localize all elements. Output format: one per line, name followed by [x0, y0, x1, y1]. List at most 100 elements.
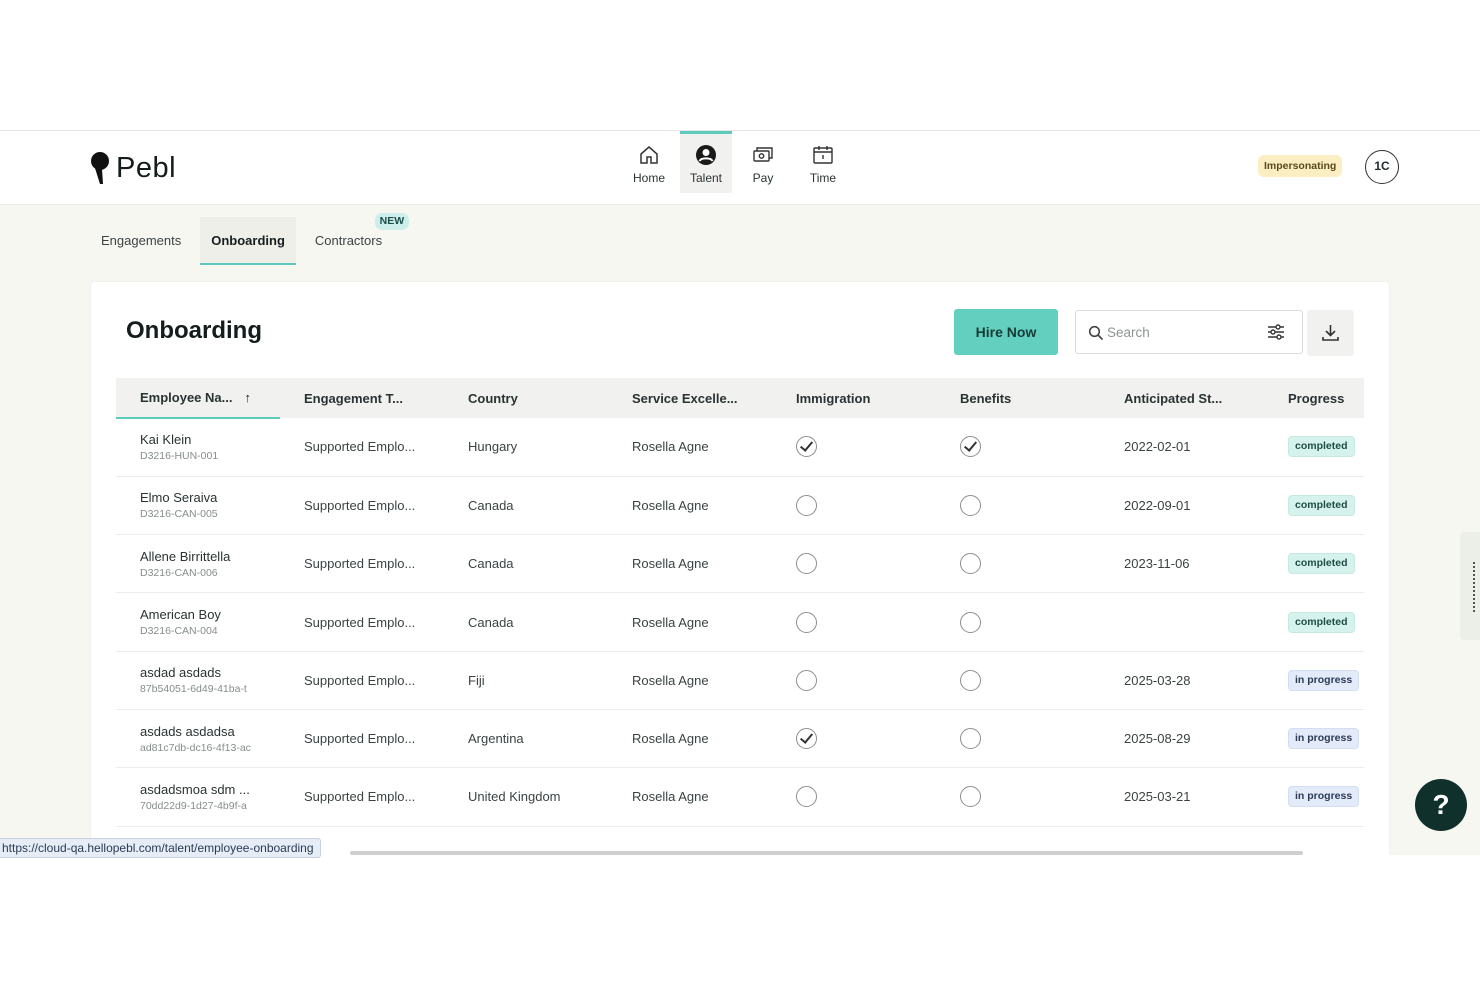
country: Canada [468, 614, 514, 630]
tab-onboarding[interactable]: Onboarding [200, 217, 296, 265]
table-cell: Canada [444, 534, 608, 594]
table-row[interactable]: asdadsmoa sdm ... 70dd22d9-1d27-4b9f-a Sup… [116, 767, 1364, 827]
table-cell: asdads asdadsa ad81c7db-dc16-4f13-ac [116, 709, 280, 769]
search-input[interactable] [1107, 321, 1257, 343]
table-cell: completed [1264, 534, 1364, 594]
column-header[interactable]: Benefits [936, 378, 1100, 418]
pebl-logo-mark-icon [91, 152, 109, 184]
column-header[interactable]: Engagement T... [280, 378, 444, 418]
tab-label: Engagements [101, 233, 182, 248]
tab-contractors[interactable]: Contractors NEW [304, 213, 410, 265]
table-row[interactable]: American Boy D3216-CAN-004 Supported Emplo… [116, 592, 1364, 652]
search-icon [1088, 325, 1104, 341]
nav-talent[interactable]: Talent [680, 131, 732, 193]
column-header[interactable]: Country [444, 378, 608, 418]
country: Hungary [468, 439, 518, 455]
table-cell: Rosella Agne [608, 709, 772, 769]
table-cell: American Boy D3216-CAN-004 [116, 592, 280, 652]
table-cell: 2025-03-28 [1100, 651, 1264, 710]
nav-home[interactable]: Home [620, 131, 678, 193]
table-row[interactable]: Kai Klein D3216-HUN-001 Supported Emplo...… [116, 418, 1364, 477]
download-button[interactable] [1307, 310, 1354, 356]
progress-badge: in progress [1288, 786, 1360, 808]
table-cell: Supported Emplo... [280, 418, 444, 477]
engagement-type: Supported Emplo... [304, 731, 416, 747]
benefits-check-icon [960, 553, 981, 575]
table-cell [1100, 592, 1264, 652]
anticipated-start: 2025-03-28 [1124, 672, 1191, 688]
employee-name[interactable]: Allene Birrittella [140, 549, 280, 564]
table-cell: United Kingdom [444, 767, 608, 827]
filter-sliders-icon[interactable] [1266, 322, 1286, 342]
table-cell [936, 418, 1100, 477]
table-cell [772, 476, 936, 536]
subtabs: Engagements Onboarding Contractors NEW [90, 213, 410, 267]
nav-pay[interactable]: Pay [734, 131, 792, 193]
main-nav: Home Talent Pay Time [620, 131, 854, 193]
talent-icon [696, 145, 716, 165]
table-cell: Argentina [444, 709, 608, 769]
employee-id: D3216-CAN-006 [140, 566, 218, 579]
table-cell [936, 534, 1100, 594]
table-cell: in progress [1264, 709, 1364, 769]
benefits-check-icon [960, 611, 981, 633]
employee-id: 70dd22d9-1d27-4b9f-a [140, 799, 247, 812]
nav-label: Talent [689, 171, 723, 185]
table-cell: Supported Emplo... [280, 709, 444, 769]
pebl-logo[interactable]: Pebl [90, 151, 176, 185]
table-cell: 2022-09-01 [1100, 476, 1264, 536]
engagement-type: Supported Emplo... [304, 672, 416, 688]
user-avatar[interactable]: 1C [1365, 150, 1399, 184]
column-header[interactable]: Anticipated St... [1100, 378, 1264, 418]
page-title: Onboarding [126, 317, 262, 344]
benefits-check-icon [960, 728, 981, 750]
table-cell: Allene Birrittella D3216-CAN-006 [116, 534, 280, 594]
table-row[interactable]: asdad asdads 87b54051-6d49-41ba-t Supporte… [116, 651, 1364, 710]
employee-name[interactable]: asdadsmoa sdm ... [140, 782, 280, 797]
column-header[interactable]: Service Excelle... [608, 378, 772, 418]
time-icon [813, 146, 833, 164]
help-button[interactable]: ? [1415, 779, 1467, 831]
employee-name[interactable]: Kai Klein [140, 432, 280, 447]
country: United Kingdom [468, 789, 561, 805]
drag-grip-icon [1473, 562, 1479, 612]
table-cell: 2025-08-29 [1100, 709, 1264, 769]
table-row[interactable]: asdads asdadsa ad81c7db-dc16-4f13-ac Suppo… [116, 709, 1364, 769]
table-cell [772, 651, 936, 710]
tab-engagements[interactable]: Engagements [90, 217, 192, 265]
table-cell: completed [1264, 476, 1364, 536]
employee-id: ad81c7db-dc16-4f13-ac [140, 741, 251, 754]
benefits-check-icon [960, 494, 981, 516]
table-cell: Supported Emplo... [280, 592, 444, 652]
anticipated-start: 2025-03-21 [1124, 789, 1191, 805]
table-cell [772, 534, 936, 594]
table-cell: Hungary [444, 418, 608, 477]
anticipated-start: 2023-11-06 [1124, 556, 1190, 572]
immigration-check-icon [796, 611, 817, 633]
anticipated-start: 2022-02-01 [1124, 439, 1191, 455]
search-box [1075, 310, 1303, 354]
employee-name[interactable]: asdads asdadsa [140, 724, 280, 739]
status-url: https://cloud-qa.hellopebl.com/talent/em… [0, 838, 321, 858]
column-header-label: Employee Na... [140, 390, 233, 405]
employee-name[interactable]: American Boy [140, 607, 280, 622]
table-cell: completed [1264, 418, 1364, 477]
column-header[interactable]: Employee Na... ↑ [116, 378, 280, 419]
side-panel-handle[interactable] [1460, 532, 1480, 640]
table-cell [772, 709, 936, 769]
employee-id: D3216-CAN-005 [140, 508, 218, 521]
employee-name[interactable]: asdad asdads [140, 665, 280, 680]
service-excellence: Rosella Agne [632, 731, 709, 747]
column-header[interactable]: Progress [1264, 378, 1364, 418]
hire-now-button[interactable]: Hire Now [954, 309, 1058, 355]
engagement-type: Supported Emplo... [304, 439, 416, 455]
column-header[interactable]: Immigration [772, 378, 936, 418]
employee-name[interactable]: Elmo Seraiva [140, 490, 280, 505]
table-cell: 2025-03-21 [1100, 767, 1264, 827]
horizontal-scrollbar[interactable] [350, 851, 1303, 855]
progress-badge: completed [1288, 611, 1355, 633]
table-row[interactable]: Elmo Seraiva D3216-CAN-005 Supported Emplo… [116, 476, 1364, 536]
table-row[interactable]: Allene Birrittella D3216-CAN-006 Supported… [116, 534, 1364, 594]
nav-time[interactable]: Time [794, 131, 852, 193]
country: Fiji [468, 672, 485, 688]
